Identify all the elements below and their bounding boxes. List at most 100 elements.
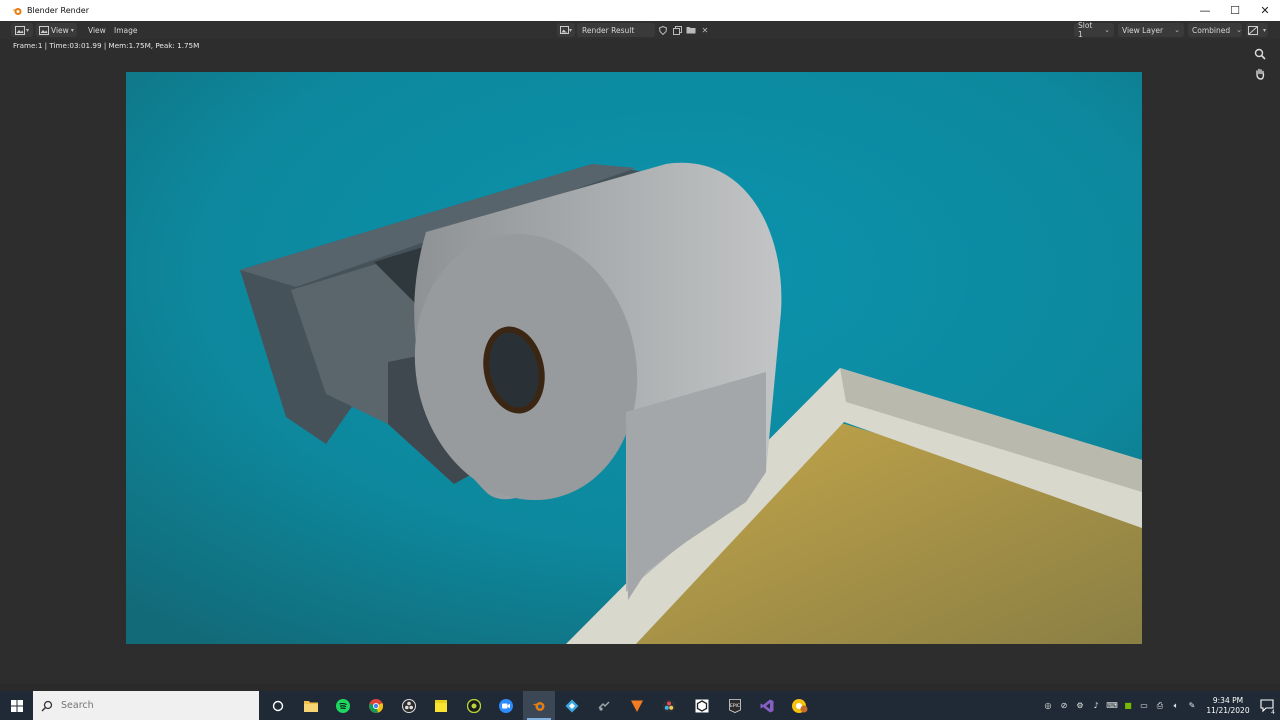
blender-app[interactable]	[522, 691, 556, 720]
view-mode-label: View	[51, 25, 69, 35]
dark-app[interactable]	[588, 691, 621, 720]
render-pass-dropdown[interactable]: Combined ⌄	[1188, 23, 1242, 37]
image-browse-icon	[559, 26, 569, 34]
zoom-app[interactable]	[490, 691, 523, 720]
unity-icon	[695, 699, 709, 712]
app-gear-icon	[598, 701, 610, 711]
keyboard-icon[interactable]: ⌨	[1104, 691, 1120, 720]
image-selector: ▾ Render Result ✕	[557, 23, 711, 37]
window-title: Blender Render	[27, 6, 90, 15]
header-right-group: Slot 1 ⌄ View Layer ⌄ Combined ⌄ ▾	[1074, 21, 1268, 39]
chrome-icon	[369, 698, 384, 713]
render-stats: Frame:1 | Time:03:01.99 | Mem:1.75M, Pea…	[13, 41, 200, 50]
view-layer-label: View Layer	[1122, 25, 1164, 35]
image-editor-icon	[14, 25, 25, 35]
action-center-button[interactable]: 4	[1256, 691, 1280, 720]
pen-icon[interactable]: ✎	[1184, 691, 1200, 720]
folder-icon	[686, 27, 696, 34]
windows-taskbar: EPIC ◎ ⊘ ⚙ ♪ ⌨ ■ ▭ ⎙ 🔈︎ ✎ 9:34 PM 11/21/…	[0, 691, 1280, 720]
render-result-image[interactable]	[126, 72, 1142, 644]
taskbar-apps: EPIC	[262, 691, 816, 720]
triangle-app-icon	[630, 700, 643, 712]
chrome-app[interactable]	[360, 691, 393, 720]
davinci-app[interactable]	[653, 691, 686, 720]
sticky-notes-app[interactable]	[425, 691, 458, 720]
microphone-icon[interactable]: ♪	[1088, 691, 1104, 720]
nvidia-icon[interactable]: ■	[1120, 691, 1136, 720]
visual-studio-icon	[760, 699, 774, 712]
editor-type-button[interactable]: ▾	[11, 23, 33, 37]
view-mode-dropdown[interactable]: View ▾	[36, 23, 77, 37]
status-bar	[0, 684, 1280, 690]
blue-app[interactable]	[555, 691, 588, 720]
menu-view[interactable]: View	[84, 23, 110, 37]
maximize-button[interactable]: ☐	[1220, 0, 1250, 21]
slot-dropdown[interactable]: Slot 1 ⌄	[1074, 21, 1114, 39]
app-diamond-icon	[565, 699, 579, 712]
battery-icon[interactable]: ▭	[1136, 691, 1152, 720]
folder-icon	[303, 700, 318, 712]
green-app[interactable]	[458, 691, 491, 720]
zoom-icon	[1254, 48, 1266, 60]
fake-user-button[interactable]	[657, 23, 669, 37]
epic-games-app[interactable]: EPIC	[718, 691, 751, 720]
obs-icon	[401, 698, 416, 713]
blender-icon	[532, 701, 545, 711]
notification-count: 4	[1271, 709, 1275, 716]
search-input[interactable]	[61, 700, 231, 711]
render-pass-label: Combined	[1192, 25, 1231, 35]
zoom-button[interactable]	[1252, 46, 1268, 62]
browse-image-button[interactable]: ▾	[557, 23, 575, 37]
chevron-down-icon: ⌄	[1104, 26, 1110, 34]
menu-image[interactable]: Image	[110, 23, 142, 37]
start-button[interactable]	[0, 691, 33, 720]
system-tray: ◎ ⊘ ⚙ ♪ ⌨ ■ ▭ ⎙ 🔈︎ ✎ 9:34 PM 11/21/2020 …	[1040, 691, 1280, 720]
window-titlebar: Blender Render — ☐ ✕	[0, 0, 1280, 21]
view-image-icon	[39, 25, 49, 35]
close-icon: ✕	[701, 25, 709, 35]
view-layer-dropdown[interactable]: View Layer ⌄	[1118, 23, 1184, 37]
steam-icon[interactable]: ⚙	[1072, 691, 1088, 720]
chevron-down-icon: ▾	[1262, 26, 1266, 34]
pan-button[interactable]	[1252, 66, 1268, 82]
sticky-note-icon	[435, 699, 448, 712]
chevron-down-icon: ▾	[70, 26, 74, 34]
color-channels-icon	[1248, 25, 1258, 35]
obs-app[interactable]	[392, 691, 425, 720]
davinci-icon	[662, 699, 676, 712]
chevron-down-icon: ▾	[568, 26, 572, 34]
volume-icon[interactable]: 🔈︎	[1168, 691, 1184, 720]
tray-cancel-icon[interactable]: ⊘	[1056, 691, 1072, 720]
zoom-camera-icon	[499, 698, 514, 713]
task-view-icon	[273, 700, 284, 711]
spotify-icon	[336, 698, 351, 713]
duplicate-icon	[672, 25, 682, 35]
svg-text:EPIC: EPIC	[730, 703, 740, 709]
slot-label: Slot 1	[1078, 21, 1093, 39]
chrome-user-app[interactable]	[784, 691, 817, 720]
windows-logo-icon	[10, 699, 23, 712]
unity-app[interactable]	[686, 691, 719, 720]
blender-logo-icon	[11, 5, 23, 17]
task-view-button[interactable]	[262, 691, 295, 720]
window-controls: — ☐ ✕	[1190, 0, 1280, 21]
tray-app-icon[interactable]: ◎	[1040, 691, 1056, 720]
display-channels-dropdown[interactable]: ▾	[1246, 23, 1268, 37]
orange-app[interactable]	[621, 691, 654, 720]
image-name-field[interactable]: Render Result	[577, 23, 655, 37]
unlink-image-button[interactable]: ✕	[699, 23, 711, 37]
close-button[interactable]: ✕	[1250, 0, 1280, 21]
open-image-button[interactable]	[685, 23, 697, 37]
search-icon	[41, 700, 53, 711]
shield-icon	[659, 25, 667, 35]
app-circle-icon	[466, 698, 481, 713]
network-icon[interactable]: ⎙	[1152, 691, 1168, 720]
minimize-button[interactable]: —	[1190, 0, 1220, 21]
spotify-app[interactable]	[327, 691, 360, 720]
taskbar-search[interactable]	[33, 691, 259, 720]
clock-date: 11/21/2020	[1206, 705, 1250, 715]
visual-studio-app[interactable]	[751, 691, 784, 720]
file-explorer-app[interactable]	[295, 691, 328, 720]
taskbar-clock[interactable]: 9:34 PM 11/21/2020	[1204, 696, 1252, 716]
new-image-button[interactable]	[671, 23, 683, 37]
